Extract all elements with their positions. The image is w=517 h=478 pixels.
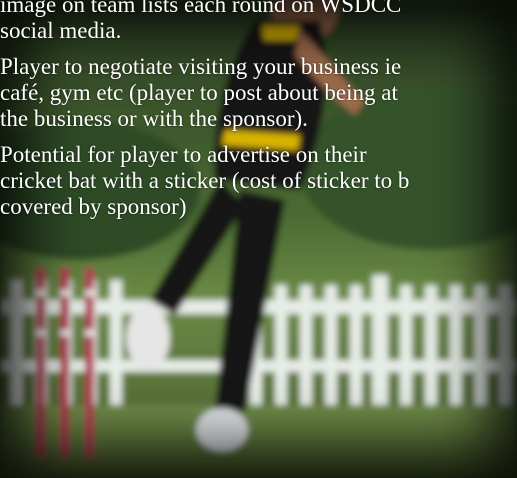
text-line: the business or with the sponsor).	[0, 106, 308, 131]
bullet-text-block: image on team lists each round on WSDCC …	[0, 0, 517, 230]
text-line: café, gym etc (player to post about bein…	[0, 80, 398, 105]
bullet-paragraph-1: image on team lists each round on WSDCC …	[0, 0, 517, 44]
text-line: Potential for player to advertise on the…	[0, 142, 367, 167]
bullet-paragraph-2: Player to negotiate visiting your busine…	[0, 54, 517, 132]
text-line: Player to negotiate visiting your busine…	[0, 54, 402, 79]
text-line: cricket bat with a sticker (cost of stic…	[0, 168, 410, 193]
bullet-paragraph-3: Potential for player to advertise on the…	[0, 142, 517, 220]
text-line: image on team lists each round on WSDCC	[0, 0, 402, 17]
text-line: covered by sponsor)	[0, 194, 187, 219]
cricket-stumps	[36, 268, 94, 458]
text-line: social media.	[0, 18, 122, 43]
grass-field	[0, 405, 517, 478]
